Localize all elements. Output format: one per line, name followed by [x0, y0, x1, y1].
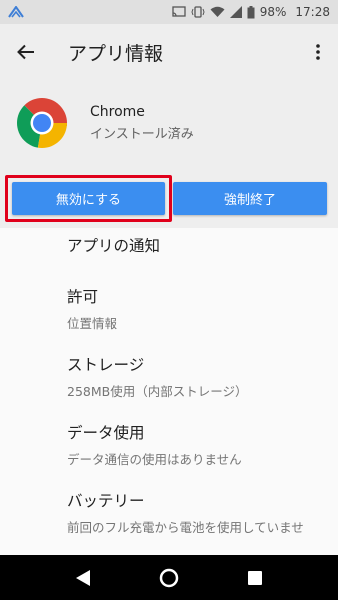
battery-icon: [247, 5, 255, 18]
item-title: 許可: [67, 288, 99, 306]
app-header: Chrome インストール済み: [0, 80, 338, 166]
app-texts: Chrome インストール済み: [90, 104, 194, 142]
navigation-bar: [0, 555, 338, 600]
status-right: 98% 17:28: [172, 5, 330, 19]
page-title: アプリ情報: [68, 42, 164, 65]
more-vert-icon: [316, 44, 320, 60]
item-subtitle: 258MB使用（内部ストレージ）: [67, 384, 248, 399]
arrow-back-icon: [17, 44, 34, 60]
list-item-battery[interactable]: バッテリー 前回のフル充電から電池を使用していませ: [0, 487, 338, 555]
list-item-notifications[interactable]: アプリの通知: [0, 228, 338, 283]
list-item-data-usage[interactable]: データ使用 データ通信の使用はありません: [0, 419, 338, 487]
nav-home-button[interactable]: [149, 558, 189, 598]
item-title: ストレージ: [67, 356, 145, 374]
back-button[interactable]: [0, 24, 52, 80]
item-subtitle: データ通信の使用はありません: [67, 452, 242, 467]
app-info-screen: 98% 17:28 アプリ情報 Chrome インストール済み 無効にする 強制…: [0, 0, 338, 600]
signal-icon: [229, 6, 242, 18]
more-options-button[interactable]: [298, 24, 338, 80]
item-title: アプリの通知: [67, 237, 161, 255]
list-item-permissions[interactable]: 許可 位置情報: [0, 283, 338, 351]
vibrate-icon: [191, 6, 205, 18]
item-subtitle: 位置情報: [67, 316, 118, 331]
force-stop-button[interactable]: 強制終了: [173, 182, 327, 215]
item-subtitle: 前回のフル充電から電池を使用していませ: [67, 520, 304, 535]
item-title: バッテリー: [67, 492, 145, 510]
list-item-storage[interactable]: ストレージ 258MB使用（内部ストレージ）: [0, 351, 338, 419]
status-bar: 98% 17:28: [0, 0, 338, 24]
item-title: データ使用: [67, 424, 145, 442]
nav-back-button[interactable]: [63, 558, 103, 598]
settings-list: アプリの通知 許可 位置情報 ストレージ 258MB使用（内部ストレージ） デー…: [0, 228, 338, 555]
back-triangle-icon: [76, 569, 90, 586]
battery-percent: 98%: [259, 5, 287, 19]
disable-button[interactable]: 無効にする: [12, 182, 165, 215]
wifi-icon: [210, 6, 225, 17]
app-install-status: インストール済み: [90, 127, 194, 142]
home-circle-icon: [159, 568, 179, 587]
app-name: Chrome: [90, 104, 145, 120]
app-notification-icon: [8, 6, 24, 18]
status-left: [8, 6, 24, 18]
status-time: 17:28: [295, 5, 330, 19]
recents-square-icon: [248, 570, 262, 585]
toolbar: アプリ情報: [0, 24, 338, 80]
chrome-icon: [17, 98, 67, 148]
nav-recents-button[interactable]: [235, 558, 275, 598]
action-buttons-row: 無効にする 強制終了: [0, 166, 338, 228]
cast-icon: [172, 6, 186, 17]
